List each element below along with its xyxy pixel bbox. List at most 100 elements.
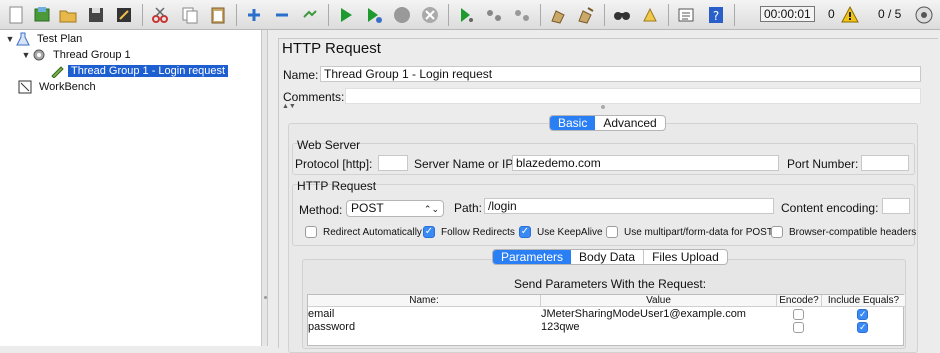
checkbox-box[interactable] <box>771 226 783 238</box>
new-icon[interactable] <box>4 3 28 27</box>
start-icon[interactable] <box>334 3 358 27</box>
toggle-icon[interactable] <box>298 3 322 27</box>
use-keepalive-checkbox[interactable]: Use KeepAlive <box>519 226 603 238</box>
server-label: Server Name or IP: <box>414 157 517 171</box>
checkbox-label: Redirect Automatically <box>323 226 422 238</box>
divider-grip-icon[interactable] <box>264 296 267 299</box>
protocol-label: Protocol [http]: <box>295 157 373 171</box>
column-header-name[interactable]: Name: <box>308 295 541 307</box>
expand-arrow-icon[interactable]: ▼ <box>20 50 32 60</box>
checkbox-label: Browser-compatible headers <box>789 226 917 238</box>
tree-item-label: Thread Group 1 - Login request <box>68 65 229 77</box>
workbench-icon <box>18 80 32 94</box>
checkbox-box[interactable] <box>423 226 435 238</box>
remote-stop-icon[interactable] <box>482 3 506 27</box>
reset-search-icon[interactable] <box>638 3 662 27</box>
expand-all-icon[interactable] <box>242 3 266 27</box>
save-as-icon[interactable] <box>112 3 136 27</box>
tab-files-upload[interactable]: Files Upload <box>644 250 727 264</box>
save-icon[interactable] <box>84 3 108 27</box>
elapsed-timer: 00:00:01 <box>760 6 815 22</box>
use-multipart-checkbox[interactable]: Use multipart/form-data for POST <box>606 226 773 238</box>
checkbox-label: Use KeepAlive <box>537 226 603 238</box>
basic-advanced-tabs: Basic Advanced <box>549 115 666 131</box>
redirect-automatically-checkbox[interactable]: Redirect Automatically <box>305 226 422 238</box>
params-subtabs: Parameters Body Data Files Upload <box>492 249 728 265</box>
test-plan-tree: ▼ Test Plan ▼ Thread Group 1 Thread Grou… <box>0 30 262 346</box>
method-select[interactable]: POST ⌃⌄ <box>346 200 444 217</box>
tab-basic[interactable]: Basic <box>550 116 596 130</box>
encode-checkbox[interactable] <box>793 322 804 333</box>
checkbox-label: Use multipart/form-data for POST <box>624 226 773 238</box>
tree-item-thread-group[interactable]: ▼ Thread Group 1 <box>20 47 134 63</box>
checkbox-box[interactable] <box>606 226 618 238</box>
tree-item-workbench[interactable]: WorkBench <box>18 79 99 95</box>
web-server-title: Web Server <box>297 138 361 152</box>
comments-resize-grip-icon[interactable] <box>601 105 605 109</box>
param-name-cell[interactable]: email <box>308 308 334 320</box>
search-icon[interactable] <box>610 3 634 27</box>
test-plan-icon <box>16 32 30 46</box>
start-no-pauses-icon[interactable] <box>362 3 386 27</box>
checkbox-box[interactable] <box>305 226 317 238</box>
checkbox-box[interactable] <box>519 226 531 238</box>
tree-item-test-plan[interactable]: ▼ Test Plan <box>4 31 85 47</box>
svg-text:?: ? <box>713 9 719 23</box>
checkbox-label: Follow Redirects <box>441 226 515 238</box>
encoding-label: Content encoding: <box>781 201 879 215</box>
select-arrows-icon: ⌃⌄ <box>423 204 439 214</box>
remote-start-icon[interactable] <box>454 3 478 27</box>
column-header-include-equals[interactable]: Include Equals? <box>822 295 905 307</box>
tab-body-data[interactable]: Body Data <box>571 250 645 264</box>
help-icon[interactable]: ? <box>704 3 728 27</box>
cut-icon[interactable] <box>148 3 172 27</box>
method-label: Method: <box>299 203 343 217</box>
paste-icon[interactable] <box>206 3 230 27</box>
column-header-encode[interactable]: Encode? <box>777 295 822 307</box>
follow-redirects-checkbox[interactable]: Follow Redirects <box>423 226 515 238</box>
port-field[interactable] <box>861 155 909 171</box>
name-label: Name: <box>283 68 319 82</box>
encoding-field[interactable] <box>882 198 910 214</box>
comments-field[interactable] <box>345 88 921 104</box>
clear-icon[interactable] <box>546 3 570 27</box>
browser-compatible-checkbox[interactable]: Browser-compatible headers <box>771 226 916 238</box>
name-field[interactable]: Thread Group 1 - Login request <box>320 66 921 82</box>
protocol-field[interactable] <box>378 155 408 171</box>
templates-icon[interactable] <box>30 3 54 27</box>
tab-parameters[interactable]: Parameters <box>493 250 572 264</box>
warning-count: 0 <box>828 7 835 21</box>
column-header-value[interactable]: Value <box>541 295 777 307</box>
http-request-group-title: HTTP Request <box>297 179 377 193</box>
method-value: POST <box>351 201 384 215</box>
server-field[interactable]: blazedemo.com <box>512 155 779 171</box>
toolbar: ? 00:00:01 0 0 / 5 <box>0 0 940 30</box>
param-value-cell[interactable]: 123qwe <box>541 321 580 333</box>
comments-label: Comments: <box>283 90 345 104</box>
include-equals-checkbox[interactable] <box>857 309 868 320</box>
status-icon <box>912 3 936 27</box>
shutdown-icon[interactable] <box>418 3 442 27</box>
param-name-cell[interactable]: password <box>308 321 355 333</box>
remote-exit-icon[interactable] <box>510 3 534 27</box>
path-field[interactable]: /login <box>484 198 774 214</box>
sampler-icon <box>51 66 64 78</box>
function-helper-icon[interactable] <box>674 3 698 27</box>
warning-icon[interactable] <box>838 3 862 27</box>
clear-all-icon[interactable] <box>574 3 598 27</box>
collapse-arrows-icon[interactable]: ▲▼ <box>282 103 296 110</box>
param-value-cell[interactable]: JMeterSharingModeUser1@example.com <box>541 308 746 320</box>
path-label: Path: <box>454 201 483 215</box>
stop-icon[interactable] <box>390 3 414 27</box>
tree-item-login-request[interactable]: Thread Group 1 - Login request <box>50 63 229 79</box>
tree-item-label: WorkBench <box>39 81 96 93</box>
tab-advanced[interactable]: Advanced <box>595 116 664 130</box>
expand-arrow-icon[interactable]: ▼ <box>4 34 16 44</box>
encode-checkbox[interactable] <box>793 309 804 320</box>
collapse-all-icon[interactable] <box>270 3 294 27</box>
include-equals-checkbox[interactable] <box>857 322 868 333</box>
thread-count: 0 / 5 <box>878 7 902 21</box>
open-icon[interactable] <box>56 3 80 27</box>
thread-group-icon <box>33 49 45 61</box>
copy-icon[interactable] <box>178 3 202 27</box>
